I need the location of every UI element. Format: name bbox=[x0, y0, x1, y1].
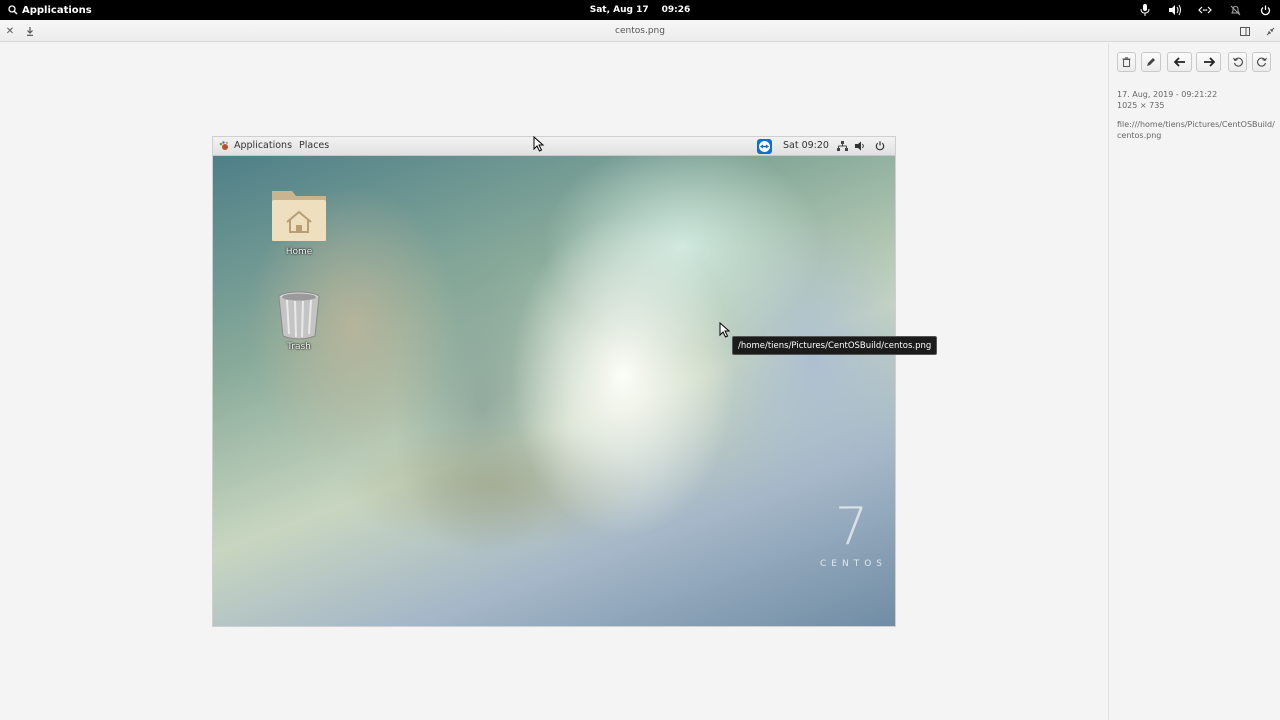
previous-button[interactable] bbox=[1167, 52, 1192, 72]
window-title: centos.png bbox=[615, 26, 665, 36]
mouse-cursor-icon bbox=[533, 136, 545, 152]
rotate-left-button[interactable] bbox=[1228, 52, 1247, 72]
centos-version-watermark: 7 bbox=[835, 497, 869, 557]
restore-window-icon bbox=[1266, 27, 1274, 35]
applications-menu[interactable]: Applications bbox=[8, 0, 92, 20]
arrow-left-icon bbox=[1173, 57, 1185, 67]
clock-date: Sat, Aug 17 bbox=[589, 5, 649, 15]
close-button[interactable]: ✕ bbox=[3, 24, 17, 38]
sidebar-icon bbox=[1240, 26, 1250, 36]
viewer-header-bar: centos.png ✕ bbox=[0, 20, 1280, 42]
close-icon: ✕ bbox=[5, 25, 15, 37]
next-button[interactable] bbox=[1196, 52, 1221, 72]
displayed-image[interactable]: Applications Places Sat 09:20 Home Trash… bbox=[212, 136, 896, 627]
microphone-icon[interactable] bbox=[1138, 3, 1152, 17]
centos-volume-icon bbox=[855, 141, 864, 151]
download-button[interactable] bbox=[23, 24, 37, 38]
gnome-foot-icon bbox=[219, 141, 228, 150]
image-dimensions: 1025 × 735 bbox=[1117, 101, 1165, 110]
applications-label: Applications bbox=[22, 4, 92, 16]
home-icon-label: Home bbox=[285, 247, 313, 257]
pencil-icon bbox=[1147, 58, 1155, 66]
home-desktop-icon: Home bbox=[269, 187, 329, 257]
centos-places-menu: Places bbox=[299, 140, 330, 151]
rotate-right-button[interactable] bbox=[1252, 52, 1271, 72]
home-folder-icon bbox=[272, 191, 326, 241]
file-path-tooltip: /home/tiens/Pictures/CentOSBuild/centos.… bbox=[732, 336, 938, 355]
properties-sidebar bbox=[1108, 43, 1280, 720]
rotate-right-icon bbox=[1256, 57, 1267, 67]
rotate-left-icon bbox=[1232, 57, 1243, 67]
volume-icon[interactable] bbox=[1168, 3, 1182, 17]
centos-applications-menu: Applications bbox=[234, 140, 293, 151]
centos-logo-text: CENTOS bbox=[820, 559, 887, 569]
power-icon[interactable] bbox=[1258, 3, 1272, 17]
edit-button[interactable] bbox=[1141, 52, 1161, 72]
clock-time: 09:26 bbox=[661, 5, 691, 15]
teamviewer-icon bbox=[757, 139, 772, 154]
trash-icon-label: Trash bbox=[287, 342, 311, 352]
centos-network-icon bbox=[837, 141, 848, 151]
delete-button[interactable] bbox=[1117, 52, 1136, 72]
centos-clock: Sat 09:20 bbox=[783, 140, 829, 151]
search-icon bbox=[8, 5, 18, 15]
trash-icon bbox=[1122, 57, 1131, 67]
file-path-line-1: file:///home/tiens/Pictures/CentOSBuild/ bbox=[1117, 120, 1275, 129]
centos-power-icon bbox=[875, 141, 885, 151]
network-icon[interactable] bbox=[1198, 3, 1212, 17]
system-top-bar: Applications Sat, Aug 17 09:26 bbox=[0, 0, 1280, 20]
mouse-cursor-icon-image bbox=[719, 322, 731, 338]
unfullscreen-button[interactable] bbox=[1263, 24, 1277, 38]
clock[interactable]: Sat, Aug 17 09:26 bbox=[560, 0, 720, 20]
sidebar-toggle-button[interactable] bbox=[1238, 24, 1252, 38]
centos-top-panel: Applications Places Sat 09:20 bbox=[213, 137, 895, 156]
system-tray bbox=[1138, 0, 1272, 20]
image-date: 17. Aug, 2019 - 09:21:22 bbox=[1117, 90, 1218, 99]
notifications-disabled-icon[interactable] bbox=[1228, 3, 1242, 17]
trash-desktop-icon: Trash bbox=[275, 290, 323, 352]
centos-desktop: Home Trash 7 CENTOS bbox=[213, 156, 895, 626]
download-icon bbox=[27, 26, 33, 36]
arrow-right-icon bbox=[1203, 57, 1215, 67]
file-path-line-2: centos.png bbox=[1117, 131, 1162, 140]
trash-bin-icon bbox=[278, 291, 320, 340]
